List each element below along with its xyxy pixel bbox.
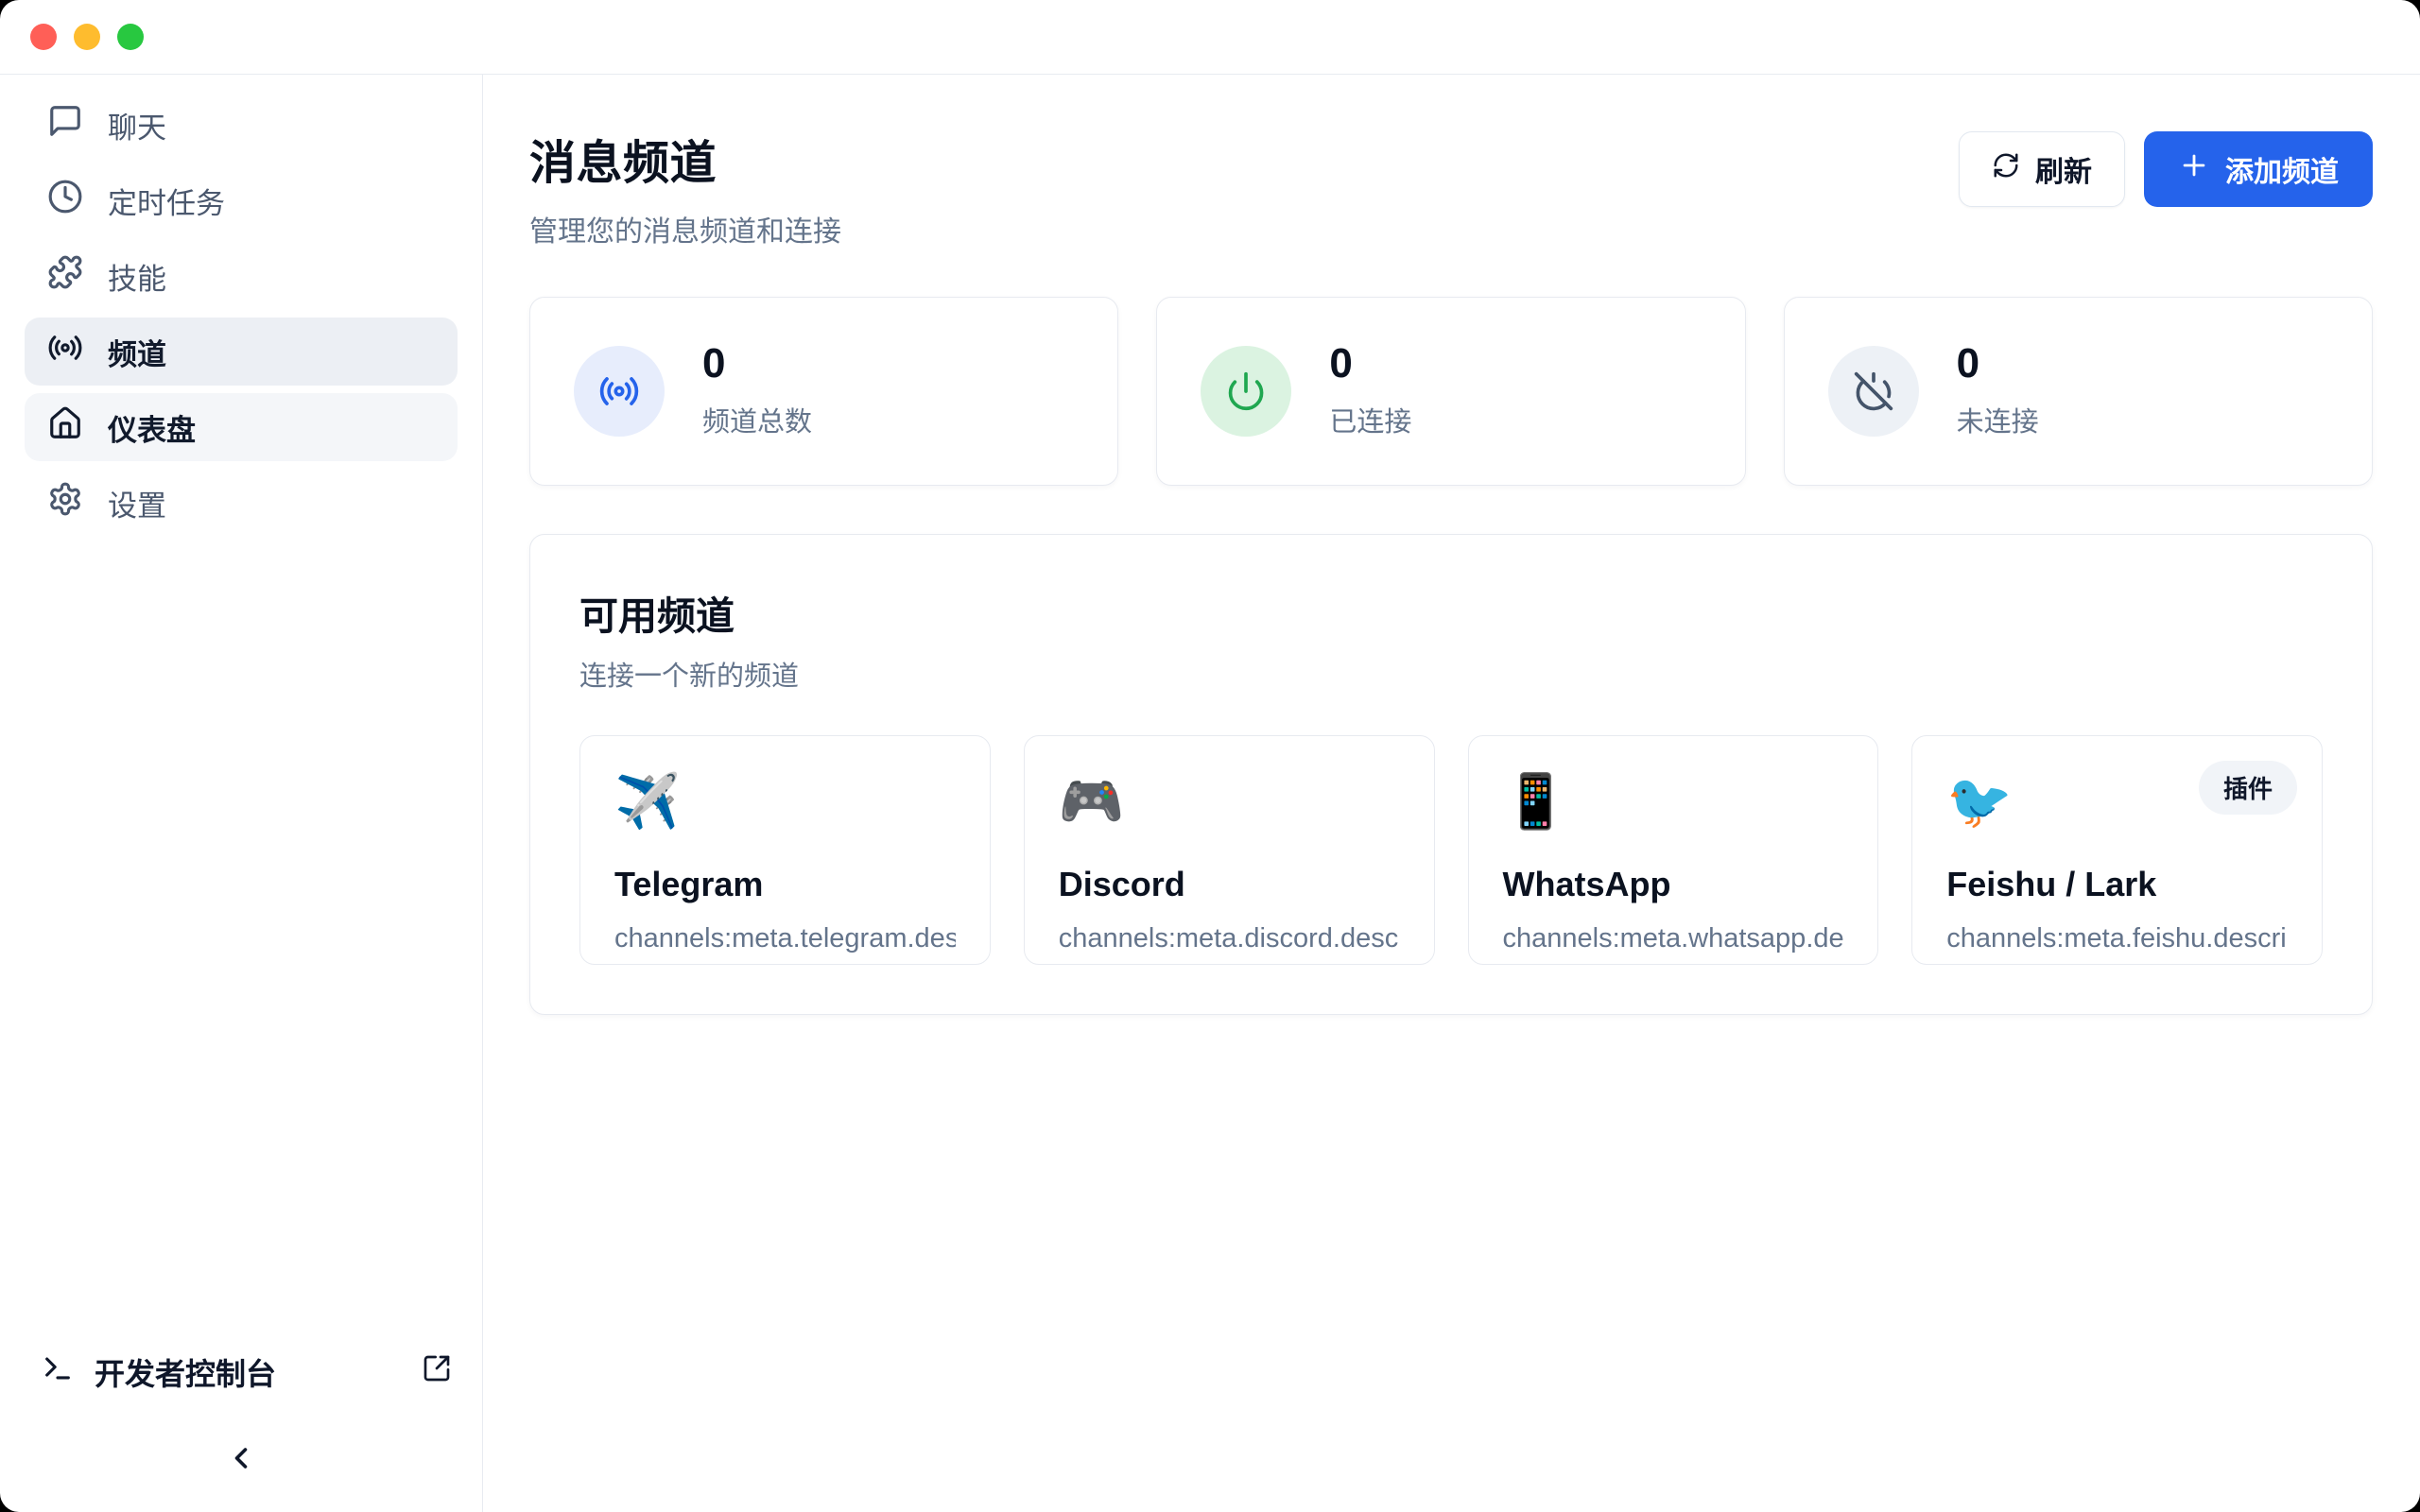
stat-card-total-channels: 0 频道总数: [529, 297, 1118, 486]
dev-console-label: 开发者控制台: [95, 1350, 276, 1394]
channel-card-telegram[interactable]: ✈️ Telegram channels:meta.telegram.descr…: [579, 735, 991, 965]
stat-label: 已连接: [1329, 400, 1411, 439]
sidebar-item-chat[interactable]: 聊天: [25, 91, 458, 159]
stat-label: 未连接: [1957, 400, 2039, 439]
page-header: 消息频道 管理您的消息频道和连接 刷新 添加频道: [529, 126, 2373, 249]
sidebar-footer: 开发者控制台: [0, 1336, 482, 1512]
sidebar-item-channels[interactable]: 频道: [25, 318, 458, 386]
zoom-button[interactable]: [117, 24, 144, 50]
close-button[interactable]: [30, 24, 57, 50]
channel-name: WhatsApp: [1503, 865, 1844, 904]
clock-icon: [47, 179, 83, 222]
puzzle-icon: [47, 254, 83, 298]
stat-value: 0: [1957, 343, 2039, 385]
add-channel-button-label: 添加频道: [2225, 148, 2339, 190]
sidebar-item-skills[interactable]: 技能: [25, 242, 458, 310]
sidebar-item-label: 频道: [108, 331, 166, 373]
broadcast-icon: [574, 346, 665, 437]
channel-card-whatsapp[interactable]: 📱 WhatsApp channels:meta.whatsapp.descri…: [1468, 735, 1879, 965]
channel-name: Telegram: [614, 865, 956, 904]
titlebar: [0, 0, 2420, 75]
channel-card-discord[interactable]: 🎮 Discord channels:meta.discord.descript…: [1024, 735, 1435, 965]
sidebar-item-scheduled-tasks[interactable]: 定时任务: [25, 166, 458, 234]
chevron-left-icon: [224, 1441, 258, 1480]
sidebar-item-label: 设置: [108, 482, 166, 524]
terminal-icon: [42, 1352, 74, 1392]
refresh-button[interactable]: 刷新: [1959, 131, 2125, 207]
telegram-airplane-emoji-icon: ✈️: [614, 768, 956, 834]
stat-card-disconnected: 0 未连接: [1784, 297, 2373, 486]
home-icon: [47, 405, 83, 449]
plugin-badge: 插件: [2199, 761, 2297, 815]
sidebar-item-settings[interactable]: 设置: [25, 469, 458, 537]
stat-label: 频道总数: [702, 400, 812, 439]
stat-value: 0: [1329, 343, 1411, 385]
channel-description: channels:meta.telegram.descript: [614, 923, 956, 954]
stat-value: 0: [702, 343, 812, 385]
available-channels-subtitle: 连接一个新的频道: [579, 654, 2323, 694]
page-title: 消息频道: [529, 126, 841, 193]
channel-description: channels:meta.feishu.description: [1946, 923, 2288, 954]
dev-console-link[interactable]: 开发者控制台: [0, 1336, 482, 1408]
refresh-button-label: 刷新: [2035, 148, 2092, 190]
minimize-button[interactable]: [74, 24, 100, 50]
traffic-lights: [30, 24, 144, 50]
channel-grid: ✈️ Telegram channels:meta.telegram.descr…: [579, 735, 2323, 965]
refresh-icon: [1992, 151, 2020, 187]
sidebar-item-label: 技能: [108, 255, 166, 298]
stat-card-connected: 0 已连接: [1156, 297, 1745, 486]
broadcast-icon: [47, 330, 83, 373]
power-icon: [1201, 346, 1291, 437]
stats-row: 0 频道总数 0 已连接: [529, 297, 2373, 486]
channel-description: channels:meta.whatsapp.descrip: [1503, 923, 1844, 954]
sidebar-item-label: 定时任务: [108, 180, 225, 222]
sidebar-nav: 聊天 定时任务 技能: [0, 91, 482, 537]
sidebar: 聊天 定时任务 技能: [0, 75, 483, 1512]
sidebar-item-label: 聊天: [108, 104, 166, 146]
channel-card-feishu[interactable]: 插件 🐦 Feishu / Lark channels:meta.feishu.…: [1911, 735, 2323, 965]
whatsapp-phone-emoji-icon: 📱: [1503, 768, 1844, 834]
channel-description: channels:meta.discord.descriptic: [1059, 923, 1400, 954]
sidebar-collapse-button[interactable]: [0, 1408, 482, 1512]
gear-icon: [47, 481, 83, 524]
sidebar-item-dashboard[interactable]: 仪表盘: [25, 393, 458, 461]
sidebar-item-label: 仪表盘: [108, 406, 196, 449]
discord-gamepad-emoji-icon: 🎮: [1059, 768, 1400, 834]
available-channels-title: 可用频道: [579, 584, 2323, 641]
available-channels-section: 可用频道 连接一个新的频道 ✈️ Telegram channels:meta.…: [529, 534, 2373, 1015]
external-link-icon[interactable]: [422, 1353, 452, 1391]
main-content: 消息频道 管理您的消息频道和连接 刷新 添加频道: [483, 75, 2420, 1512]
chat-icon: [47, 103, 83, 146]
channel-name: Feishu / Lark: [1946, 865, 2288, 904]
page-subtitle: 管理您的消息频道和连接: [529, 208, 841, 249]
app-window: 聊天 定时任务 技能: [0, 0, 2420, 1512]
add-channel-button[interactable]: 添加频道: [2144, 131, 2373, 207]
power-off-icon: [1828, 346, 1919, 437]
plus-icon: [2178, 149, 2210, 189]
channel-name: Discord: [1059, 865, 1400, 904]
